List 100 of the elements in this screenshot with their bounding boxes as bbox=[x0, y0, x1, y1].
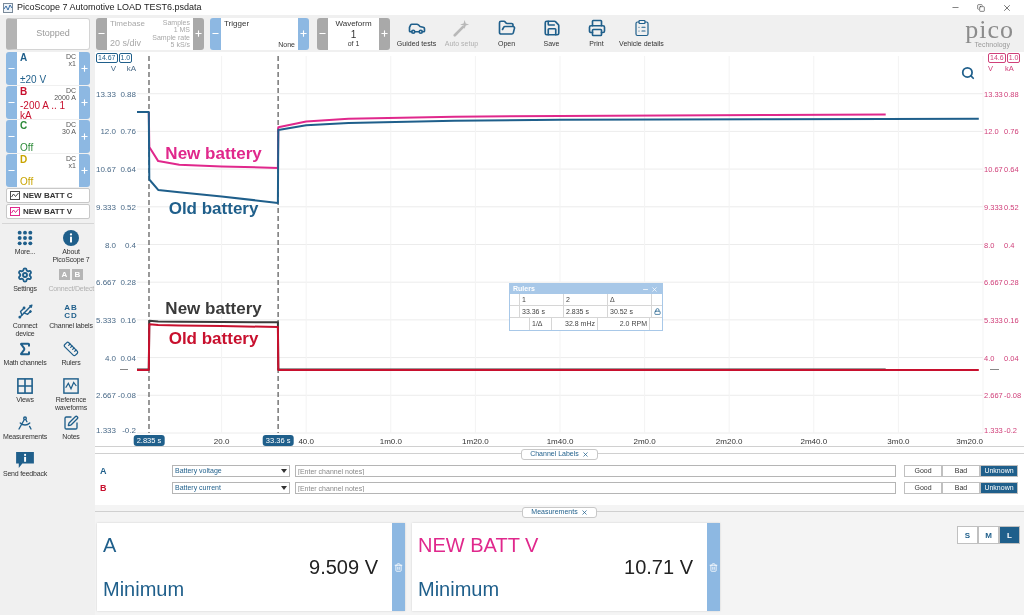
compass-icon bbox=[17, 414, 33, 431]
delete-measurement-button[interactable] bbox=[392, 523, 405, 611]
plus-icon bbox=[194, 29, 203, 38]
ruler-icon bbox=[63, 340, 79, 357]
channel-name: A bbox=[20, 53, 28, 63]
y-axis-label: -0.2 bbox=[122, 425, 136, 435]
y-axis-label: 0.4 bbox=[124, 240, 136, 249]
delete-measurement-button[interactable] bbox=[707, 523, 720, 611]
close-icon bbox=[580, 508, 588, 516]
window-title: PicoScope 7 Automotive LOAD TEST6.psdata bbox=[17, 2, 202, 13]
restore-icon bbox=[977, 3, 985, 12]
channel-letter: B bbox=[100, 483, 107, 493]
y-axis-label: 4.0 bbox=[104, 353, 116, 363]
y-axis-label: 13.33 bbox=[95, 89, 116, 99]
range-value: Off bbox=[20, 142, 35, 152]
y-axis-label: 0.76 bbox=[120, 126, 136, 136]
info-icon bbox=[63, 229, 79, 246]
zero-marker-icon bbox=[120, 369, 128, 370]
increase-button[interactable] bbox=[79, 86, 90, 119]
sigma-icon bbox=[17, 340, 33, 357]
close-icon bbox=[1002, 2, 1012, 13]
x-axis-label: 2m40.0 bbox=[800, 437, 828, 446]
clipboard-icon bbox=[632, 19, 651, 37]
increase-button[interactable] bbox=[79, 52, 90, 85]
size-button[interactable]: S bbox=[957, 526, 978, 544]
channel-name: C bbox=[20, 121, 28, 131]
trash-icon bbox=[709, 562, 718, 572]
x-axis-label: 1m20.0 bbox=[462, 437, 489, 446]
trace-annotation: New battery bbox=[165, 299, 262, 319]
x-axis-label: 3m20.0 bbox=[956, 437, 983, 446]
math-channel-item[interactable]: NEW BATT V bbox=[6, 204, 90, 219]
decrease-button[interactable] bbox=[6, 154, 17, 187]
measurement-statistic: Minimum bbox=[418, 578, 501, 600]
decrease-button[interactable] bbox=[6, 86, 17, 119]
trace-annotation: Old battery bbox=[168, 329, 259, 349]
increase-button[interactable] bbox=[193, 17, 204, 50]
increase-button[interactable] bbox=[298, 17, 309, 50]
y-axis-label: 0.16 bbox=[120, 315, 136, 325]
caret-icon bbox=[281, 486, 287, 490]
range-value: ±20 V bbox=[20, 74, 48, 84]
wand-icon bbox=[453, 19, 470, 37]
decrease-button[interactable] bbox=[6, 52, 17, 85]
decrease-button[interactable] bbox=[210, 17, 221, 50]
trace-annotation: Old battery bbox=[168, 199, 259, 219]
y-axis-label: 8.0 bbox=[104, 240, 116, 249]
trash-icon bbox=[394, 562, 403, 572]
settings-icon bbox=[17, 266, 33, 283]
note-pen-icon bbox=[63, 414, 79, 431]
y-axis-label: 0.64 bbox=[120, 164, 136, 174]
x-axis-label: 1m40.0 bbox=[546, 437, 574, 446]
framed-waveform-icon bbox=[63, 377, 79, 394]
decrease-button[interactable] bbox=[96, 17, 107, 50]
letter-glyph: AB bbox=[64, 303, 78, 312]
waveform-label: Waveform bbox=[335, 19, 372, 29]
letter-glyph: CD bbox=[64, 311, 78, 320]
letter-tile: A bbox=[59, 269, 70, 280]
y-axis-label: 0.04 bbox=[120, 353, 136, 363]
waveform-number: 1 bbox=[350, 29, 357, 40]
increase-button[interactable] bbox=[79, 120, 90, 153]
plus-icon bbox=[80, 64, 89, 73]
letter-tile: B bbox=[72, 269, 83, 280]
range-value: -200 A .. 1 kA bbox=[20, 101, 66, 120]
y-axis-label: 12.0 bbox=[100, 126, 116, 136]
y-axis-label: 2.667 bbox=[95, 390, 116, 400]
dots-grid-icon bbox=[17, 229, 33, 246]
trigger-label: Trigger bbox=[224, 18, 251, 29]
y-axis-label: 0.28 bbox=[120, 277, 136, 287]
y-axis-label: 0.88 bbox=[120, 89, 136, 99]
channel-name: B bbox=[20, 87, 28, 97]
measurement-statistic: Minimum bbox=[103, 578, 186, 600]
folder-icon bbox=[497, 19, 516, 37]
x-axis-label: 2m0.0 bbox=[633, 437, 656, 446]
decrease-button[interactable] bbox=[6, 120, 17, 153]
y-axis-label: 10.67 bbox=[95, 164, 116, 174]
close-icon bbox=[651, 285, 658, 293]
plus-icon bbox=[380, 29, 389, 38]
measurement-channel: NEW BATT V bbox=[418, 534, 540, 556]
usb-icon bbox=[16, 303, 34, 320]
close-icon bbox=[581, 450, 589, 458]
range-value: Off bbox=[20, 176, 35, 186]
printer-icon bbox=[587, 19, 606, 37]
save-icon bbox=[542, 19, 561, 37]
y-axis-label: -0.08 bbox=[117, 390, 136, 400]
math-channel-item[interactable]: NEW BATT C bbox=[6, 188, 90, 203]
x-axis-label: 2m20.0 bbox=[715, 437, 743, 446]
size-button[interactable]: L bbox=[999, 526, 1020, 544]
y-axis-label: 6.667 bbox=[95, 277, 116, 287]
logo-wordmark: pico bbox=[965, 18, 1014, 41]
size-button[interactable]: M bbox=[978, 526, 999, 544]
app-icon bbox=[3, 2, 13, 13]
axis-unit: kA bbox=[126, 64, 136, 73]
lock-icon bbox=[653, 308, 661, 315]
channel-letter: A bbox=[100, 466, 107, 476]
increase-button[interactable] bbox=[79, 154, 90, 187]
plus-icon bbox=[80, 132, 89, 141]
x-axis-label: 3m0.0 bbox=[887, 437, 910, 446]
plus-icon bbox=[299, 29, 308, 38]
plus-icon bbox=[80, 98, 89, 107]
y-axis-label: 1.333 bbox=[95, 425, 116, 435]
x-axis-label: 1m0.0 bbox=[379, 437, 402, 446]
